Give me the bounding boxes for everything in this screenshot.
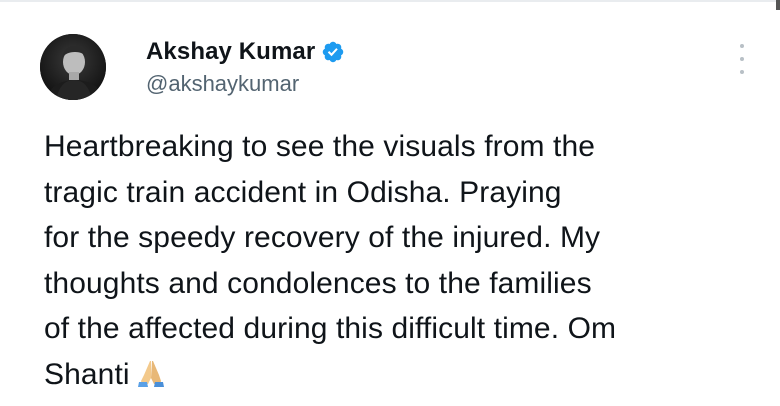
dot	[740, 44, 744, 48]
dot	[740, 70, 744, 74]
tweet-line: of the affected during this difficult ti…	[44, 312, 617, 345]
verified-badge-icon	[323, 41, 344, 63]
tweet-line: thoughts and condolences to the families	[44, 266, 592, 300]
tweet-line: tragic train accident in Odisha. Praying	[44, 175, 562, 209]
tweet-line: Heartbreaking to see the visuals from th…	[44, 130, 596, 163]
author-avatar[interactable]	[40, 34, 106, 100]
tweet-line: for the speedy recovery of the injured. …	[44, 221, 601, 254]
more-options-icon[interactable]	[732, 44, 752, 74]
author-handle[interactable]: @akshaykumar	[146, 70, 299, 98]
tweet-line: Shanti	[44, 357, 130, 391]
author-display-name[interactable]: Akshay Kumar	[146, 38, 315, 66]
dot	[740, 57, 744, 61]
tweet-text: Heartbreaking to see the visuals from th…	[44, 124, 764, 397]
author-name-row: Akshay Kumar	[146, 38, 345, 66]
tweet-last-line: Shanti	[44, 352, 764, 398]
profile-photo-icon	[40, 34, 106, 100]
tweet-card: Akshay Kumar @akshaykumar Heartbreaking …	[0, 0, 780, 406]
folded-hands-icon	[137, 360, 164, 387]
